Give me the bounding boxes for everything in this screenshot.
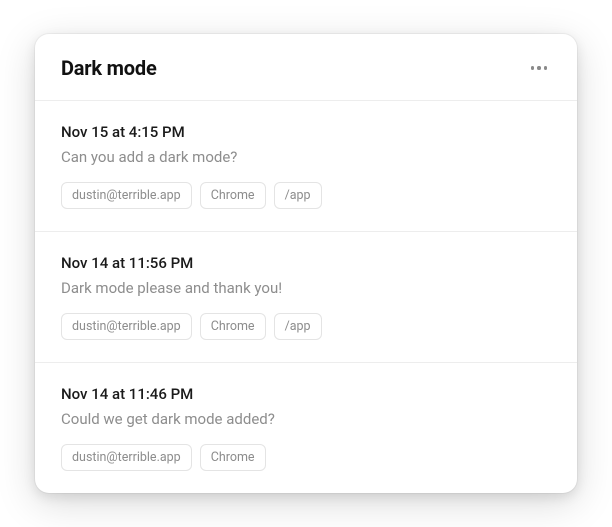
tag-path[interactable]: /app: [274, 313, 322, 340]
tag-email[interactable]: dustin@terrible.app: [61, 444, 192, 471]
feedback-timestamp: Nov 14 at 11:46 PM: [61, 385, 551, 403]
tag-path[interactable]: /app: [274, 182, 322, 209]
more-icon: [531, 66, 535, 70]
tag-browser[interactable]: Chrome: [200, 444, 266, 471]
tag-email[interactable]: dustin@terrible.app: [61, 313, 192, 340]
feedback-card: Dark mode Nov 15 at 4:15 PM Can you add …: [35, 34, 577, 493]
tag-browser[interactable]: Chrome: [200, 313, 266, 340]
feedback-message: Dark mode please and thank you!: [61, 278, 551, 299]
feedback-message: Could we get dark mode added?: [61, 409, 551, 430]
feedback-item: Nov 15 at 4:15 PM Can you add a dark mod…: [35, 101, 577, 232]
card-title: Dark mode: [61, 56, 157, 80]
feedback-item: Nov 14 at 11:46 PM Could we get dark mod…: [35, 363, 577, 493]
tag-browser[interactable]: Chrome: [200, 182, 266, 209]
tag-email[interactable]: dustin@terrible.app: [61, 182, 192, 209]
feedback-message: Can you add a dark mode?: [61, 147, 551, 168]
more-icon: [537, 66, 541, 70]
more-icon: [544, 66, 548, 70]
feedback-tags: dustin@terrible.app Chrome /app: [61, 313, 551, 340]
feedback-tags: dustin@terrible.app Chrome /app: [61, 182, 551, 209]
more-options-button[interactable]: [527, 62, 552, 74]
feedback-tags: dustin@terrible.app Chrome: [61, 444, 551, 471]
feedback-timestamp: Nov 15 at 4:15 PM: [61, 123, 551, 141]
feedback-item: Nov 14 at 11:56 PM Dark mode please and …: [35, 232, 577, 363]
feedback-timestamp: Nov 14 at 11:56 PM: [61, 254, 551, 272]
card-header: Dark mode: [35, 34, 577, 101]
